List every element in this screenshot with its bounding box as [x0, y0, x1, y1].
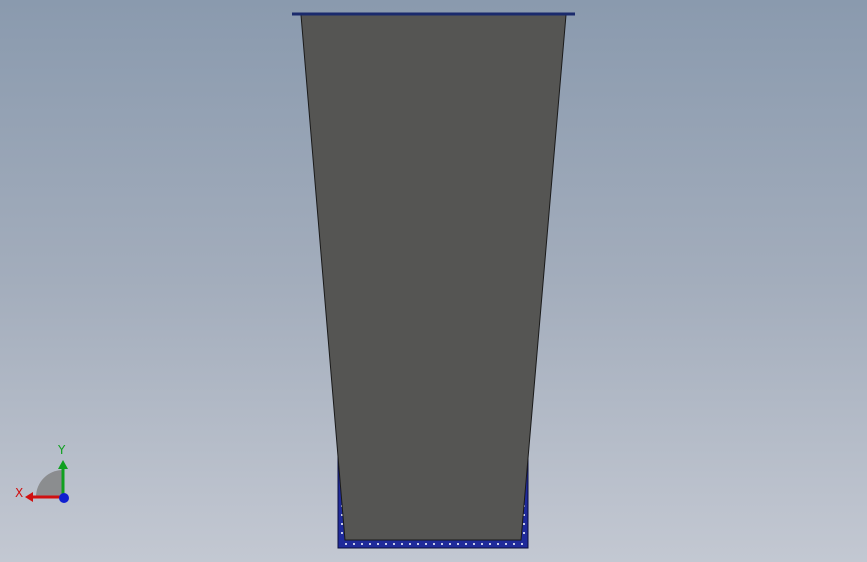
base-dot — [457, 543, 459, 545]
base-dot — [341, 523, 343, 525]
base-dot — [473, 543, 475, 545]
base-dot — [449, 543, 451, 545]
base-dot — [497, 543, 499, 545]
base-dot — [489, 543, 491, 545]
triad-x-arrowhead — [25, 492, 33, 502]
base-dot — [481, 543, 483, 545]
base-dot — [353, 543, 355, 545]
base-dot — [441, 543, 443, 545]
graphics-viewport[interactable]: Y X — [0, 0, 867, 562]
view-triad[interactable] — [25, 460, 69, 503]
base-dot — [409, 543, 411, 545]
triad-x-label: X — [15, 486, 24, 500]
base-dot — [465, 543, 467, 545]
cup-body[interactable] — [300, 14, 567, 541]
base-dot — [521, 543, 523, 545]
base-dot — [523, 532, 525, 534]
base-dot — [513, 543, 515, 545]
base-dot — [505, 543, 507, 545]
triad-y-arrowhead — [58, 460, 68, 469]
base-dot — [341, 532, 343, 534]
base-dot — [523, 523, 525, 525]
base-dot — [345, 543, 347, 545]
triad-plane-quadrant — [36, 470, 63, 497]
model-scene[interactable] — [0, 0, 867, 562]
base-dot — [385, 543, 387, 545]
triad-y-label: Y — [58, 443, 66, 457]
base-dot — [393, 543, 395, 545]
base-dot — [425, 543, 427, 545]
base-dot — [377, 543, 379, 545]
base-dot — [401, 543, 403, 545]
base-dot — [369, 543, 371, 545]
triad-z-axis — [59, 493, 69, 503]
base-dot — [361, 543, 363, 545]
base-dot — [417, 543, 419, 545]
base-dot — [433, 543, 435, 545]
